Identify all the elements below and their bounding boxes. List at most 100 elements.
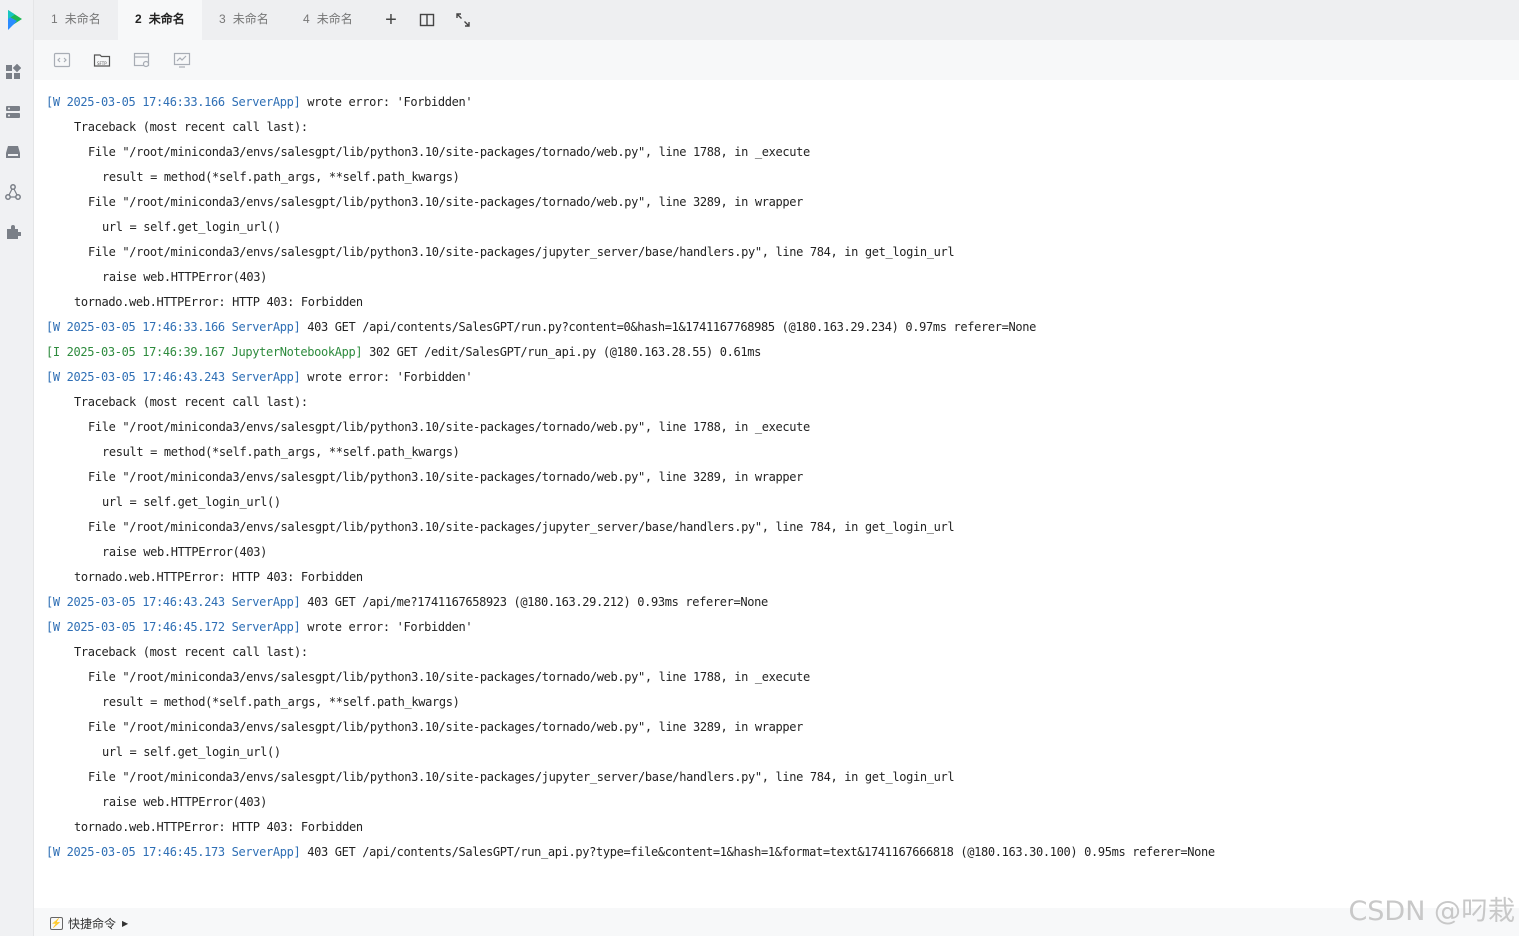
log-text: File "/root/miniconda3/envs/salesgpt/lib…: [88, 145, 810, 159]
log-text: result = method(*self.path_args, **self.…: [102, 170, 460, 184]
terminal-line: File "/root/miniconda3/envs/salesgpt/lib…: [46, 715, 803, 740]
tab-label: 未命名: [232, 12, 269, 26]
code-snippet-icon[interactable]: [53, 51, 71, 69]
terminal-line: raise web.HTTPError(403): [46, 540, 267, 565]
terminal-output[interactable]: [W 2025-03-05 17:46:33.166 ServerApp] wr…: [34, 80, 1519, 908]
log-text: wrote error: 'Forbidden': [300, 370, 473, 384]
quick-commands-button[interactable]: ⚡ 快捷命令 ▶: [50, 915, 128, 931]
tab-label: 未命名: [316, 12, 353, 26]
bottom-bar: ⚡ 快捷命令 ▶: [34, 908, 1519, 936]
log-text: Traceback (most recent call last):: [74, 645, 308, 659]
terminal-line: File "/root/miniconda3/envs/salesgpt/lib…: [46, 465, 803, 490]
log-text: url = self.get_login_url(): [102, 745, 281, 759]
log-text: wrote error: 'Forbidden': [300, 95, 473, 109]
network-icon[interactable]: [5, 184, 21, 200]
log-text: raise web.HTTPError(403): [102, 270, 267, 284]
log-text: 403 GET /api/contents/SalesGPT/run_api.p…: [300, 845, 1215, 859]
monitor-icon[interactable]: [173, 51, 191, 69]
terminal-line: File "/root/miniconda3/envs/salesgpt/lib…: [46, 665, 810, 690]
left-rail: [0, 0, 34, 936]
add-tab-button[interactable]: +: [379, 8, 403, 32]
log-text: File "/root/miniconda3/envs/salesgpt/lib…: [88, 420, 810, 434]
terminal-line: File "/root/miniconda3/envs/salesgpt/lib…: [46, 140, 810, 165]
terminal-line: Traceback (most recent call last):: [46, 390, 308, 415]
tab-number: 3: [219, 12, 226, 26]
caret-right-icon: ▶: [122, 918, 129, 928]
app-logo-icon[interactable]: [4, 8, 28, 32]
server-icon[interactable]: [5, 104, 21, 120]
log-text: File "/root/miniconda3/envs/salesgpt/lib…: [88, 520, 955, 534]
watermark: CSDN @叼栽: [1348, 896, 1515, 927]
log-text: result = method(*self.path_args, **self.…: [102, 445, 460, 459]
terminal-line: [I 2025-03-05 17:46:39.167 JupyterNotebo…: [46, 340, 761, 365]
tab-number: 2: [135, 12, 142, 26]
log-prefix: [W 2025-03-05 17:46:33.166 ServerApp]: [46, 320, 301, 334]
window-settings-icon[interactable]: [133, 51, 151, 69]
log-text: raise web.HTTPError(403): [102, 545, 267, 559]
terminal-line: tornado.web.HTTPError: HTTP 403: Forbidd…: [46, 815, 363, 840]
svg-text:SFTP: SFTP: [97, 61, 107, 66]
log-prefix: [W 2025-03-05 17:46:45.173 ServerApp]: [46, 845, 301, 859]
tab-2[interactable]: 2 未命名: [118, 0, 202, 40]
bolt-icon: ⚡: [50, 916, 63, 930]
log-text: tornado.web.HTTPError: HTTP 403: Forbidd…: [74, 820, 363, 834]
log-text: File "/root/miniconda3/envs/salesgpt/lib…: [88, 195, 803, 209]
log-text: Traceback (most recent call last):: [74, 120, 308, 134]
plus-icon: +: [385, 8, 397, 31]
storage-icon[interactable]: [5, 144, 21, 160]
terminal-line: raise web.HTTPError(403): [46, 265, 267, 290]
terminal-line: [W 2025-03-05 17:46:45.172 ServerApp] wr…: [46, 615, 473, 640]
log-text: 403 GET /api/contents/SalesGPT/run.py?co…: [300, 320, 1036, 334]
tab-3[interactable]: 3 未命名: [202, 0, 286, 40]
log-text: tornado.web.HTTPError: HTTP 403: Forbidd…: [74, 295, 363, 309]
log-text: tornado.web.HTTPError: HTTP 403: Forbidd…: [74, 570, 363, 584]
log-text: 302 GET /edit/SalesGPT/run_api.py (@180.…: [362, 345, 761, 359]
terminal-line: [W 2025-03-05 17:46:33.166 ServerApp] wr…: [46, 90, 473, 115]
terminal-line: tornado.web.HTTPError: HTTP 403: Forbidd…: [46, 290, 363, 315]
log-text: url = self.get_login_url(): [102, 220, 281, 234]
terminal-line: [W 2025-03-05 17:46:43.243 ServerApp] 40…: [46, 590, 768, 615]
terminal-line: File "/root/miniconda3/envs/salesgpt/lib…: [46, 515, 955, 540]
terminal-line: url = self.get_login_url(): [46, 740, 281, 765]
log-prefix: [W 2025-03-05 17:46:45.172 ServerApp]: [46, 620, 301, 634]
log-text: wrote error: 'Forbidden': [300, 620, 473, 634]
terminal-line: File "/root/miniconda3/envs/salesgpt/lib…: [46, 190, 803, 215]
log-prefix: [W 2025-03-05 17:46:33.166 ServerApp]: [46, 95, 301, 109]
terminal-toolbar: SFTP: [34, 40, 1519, 80]
terminal-line: result = method(*self.path_args, **self.…: [46, 440, 460, 465]
log-text: Traceback (most recent call last):: [74, 395, 308, 409]
expand-icon: [456, 13, 470, 27]
dashboard-icon[interactable]: [5, 64, 21, 80]
terminal-line: url = self.get_login_url(): [46, 490, 281, 515]
terminal-line: File "/root/miniconda3/envs/salesgpt/lib…: [46, 765, 955, 790]
terminal-line: Traceback (most recent call last):: [46, 640, 308, 665]
quick-commands-label: 快捷命令: [68, 916, 117, 931]
terminal-line: [W 2025-03-05 17:46:43.243 ServerApp] wr…: [46, 365, 473, 390]
terminal-line: File "/root/miniconda3/envs/salesgpt/lib…: [46, 415, 810, 440]
tab-1[interactable]: 1 未命名: [34, 0, 118, 40]
terminal-line: tornado.web.HTTPError: HTTP 403: Forbidd…: [46, 565, 363, 590]
log-text: File "/root/miniconda3/envs/salesgpt/lib…: [88, 670, 810, 684]
terminal-line: result = method(*self.path_args, **self.…: [46, 690, 460, 715]
terminal-line: [W 2025-03-05 17:46:33.166 ServerApp] 40…: [46, 315, 1036, 340]
terminal-line: [W 2025-03-05 17:46:45.173 ServerApp] 40…: [46, 840, 1215, 865]
log-text: raise web.HTTPError(403): [102, 795, 267, 809]
log-text: 403 GET /api/me?1741167658923 (@180.163.…: [300, 595, 768, 609]
log-text: File "/root/miniconda3/envs/salesgpt/lib…: [88, 245, 955, 259]
log-prefix: [W 2025-03-05 17:46:43.243 ServerApp]: [46, 370, 301, 384]
split-view-button[interactable]: [415, 8, 439, 32]
log-text: url = self.get_login_url(): [102, 495, 281, 509]
plugin-icon[interactable]: [5, 224, 21, 240]
terminal-line: File "/root/miniconda3/envs/salesgpt/lib…: [46, 240, 955, 265]
log-text: File "/root/miniconda3/envs/salesgpt/lib…: [88, 720, 803, 734]
fullscreen-button[interactable]: [451, 8, 475, 32]
tab-label: 未命名: [148, 12, 185, 26]
split-icon: [419, 13, 435, 27]
tab-number: 1: [51, 12, 58, 26]
log-text: File "/root/miniconda3/envs/salesgpt/lib…: [88, 770, 955, 784]
log-prefix: [I 2025-03-05 17:46:39.167 JupyterNotebo…: [46, 345, 363, 359]
tab-label: 未命名: [64, 12, 101, 26]
tab-4[interactable]: 4 未命名: [286, 0, 370, 40]
terminal-line: Traceback (most recent call last):: [46, 115, 308, 140]
sftp-folder-icon[interactable]: SFTP: [93, 51, 111, 69]
